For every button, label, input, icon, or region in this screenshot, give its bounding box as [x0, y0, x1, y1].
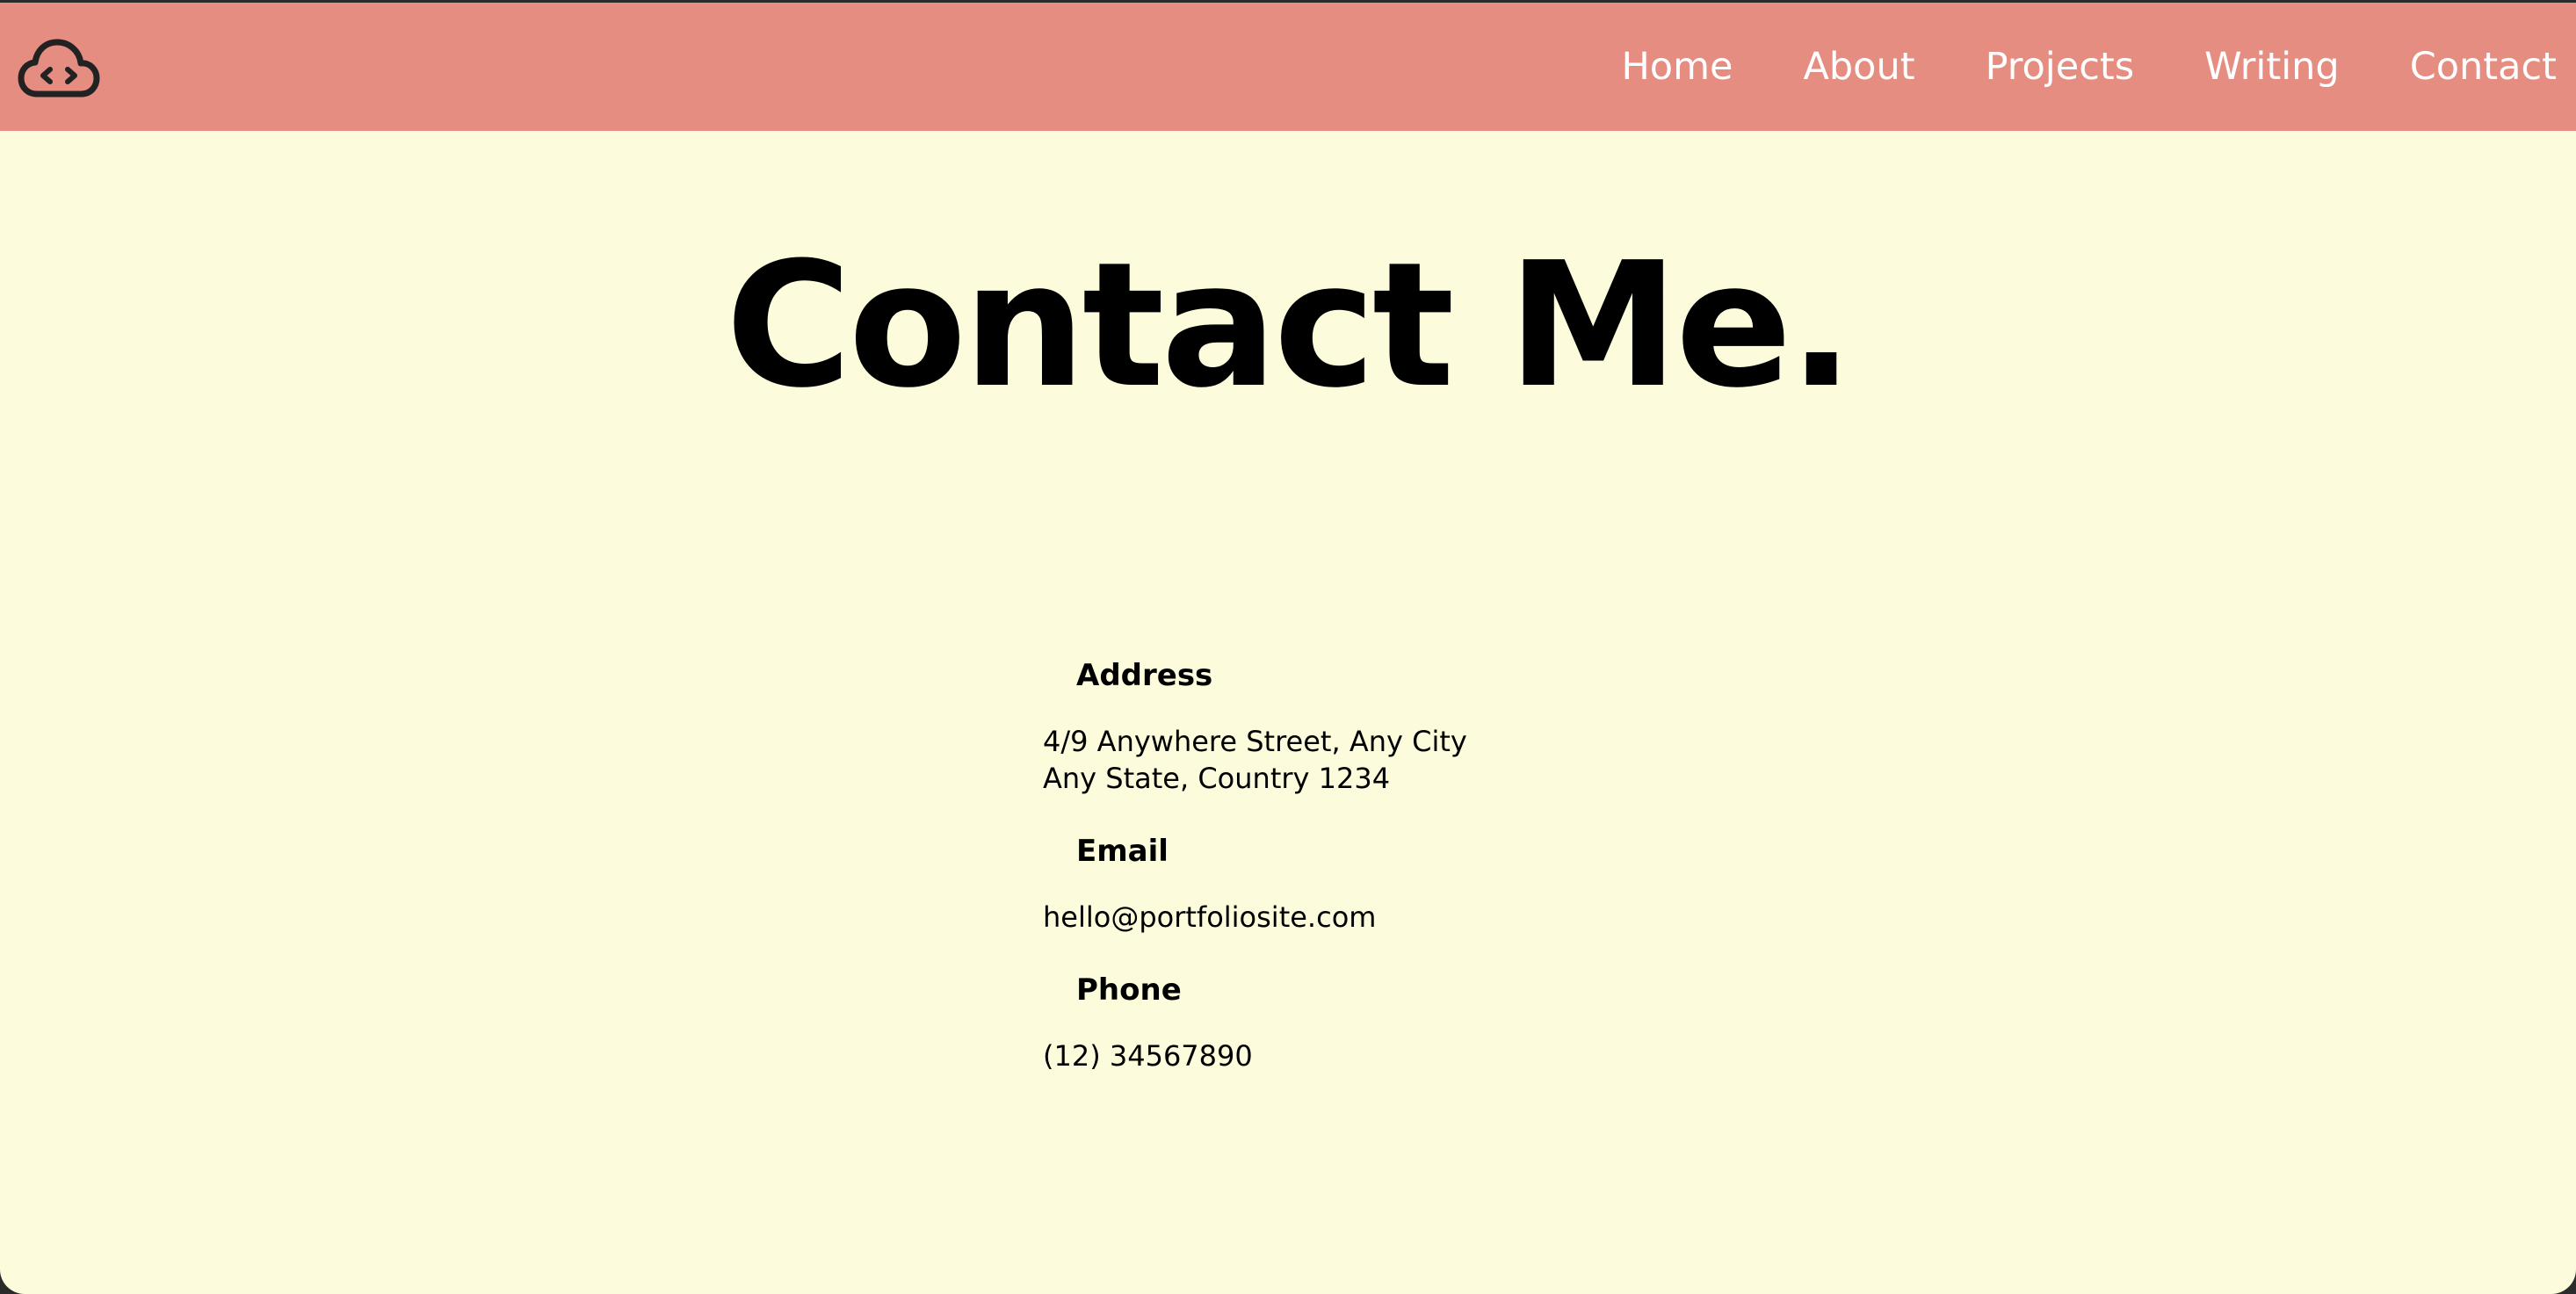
nav-link-home[interactable]: Home	[1621, 45, 1733, 89]
nav-link-contact[interactable]: Contact	[2410, 45, 2557, 89]
nav-link-writing[interactable]: Writing	[2204, 45, 2340, 89]
page: Home About Projects Writing Contact Cont…	[0, 3, 2576, 1294]
phone-section: Phone (12) 34567890	[1043, 969, 1658, 1074]
page-title: Contact Me.	[725, 226, 1855, 426]
address-text: 4/9 Anywhere Street, Any City Any State,…	[1043, 723, 1658, 797]
phone-value[interactable]: (12) 34567890	[1043, 1037, 1658, 1074]
navbar: Home About Projects Writing Contact	[0, 3, 2576, 131]
address-line-2: Any State, Country 1234	[1043, 762, 1391, 795]
nav-link-projects[interactable]: Projects	[1986, 45, 2135, 89]
address-line-1: 4/9 Anywhere Street, Any City	[1043, 725, 1467, 758]
address-heading: Address	[1076, 658, 1213, 693]
phone-heading: Phone	[1076, 972, 1182, 1008]
nav-link-about[interactable]: About	[1803, 45, 1914, 89]
nav-menu: Home About Projects Writing Contact	[1551, 3, 2576, 131]
email-value[interactable]: hello@portfoliosite.com	[1043, 899, 1658, 936]
address-section: Address 4/9 Anywhere Street, Any City An…	[1043, 654, 1658, 797]
cloud-code-icon-graphic	[18, 39, 100, 98]
contact-info: Address 4/9 Anywhere Street, Any City An…	[1043, 654, 1658, 1108]
email-section: Email hello@portfoliosite.com	[1043, 830, 1658, 936]
cloud-code-icon[interactable]	[18, 36, 100, 101]
email-heading: Email	[1076, 834, 1169, 869]
